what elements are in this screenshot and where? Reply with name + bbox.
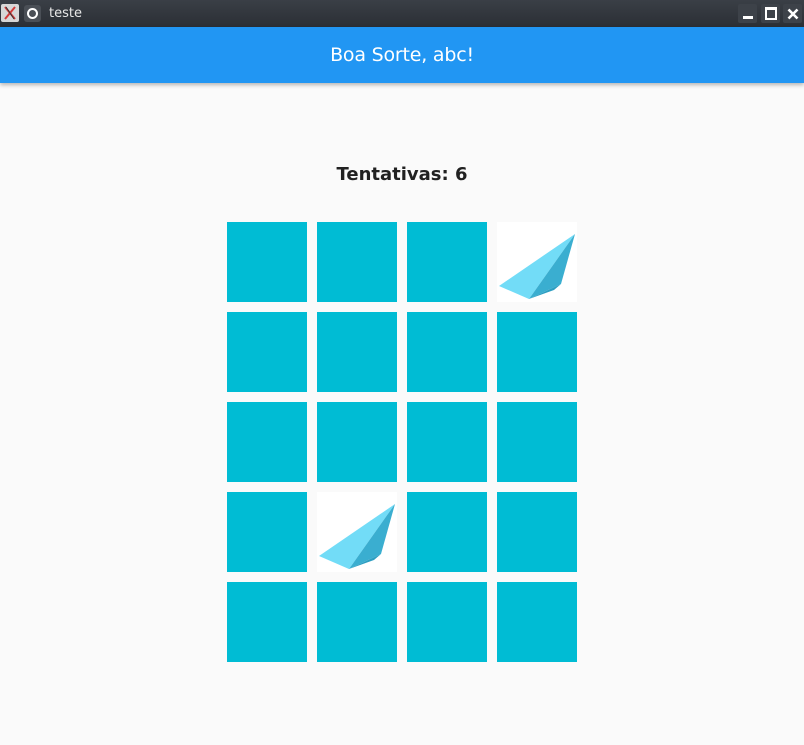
memory-card[interactable]: [227, 582, 307, 662]
memory-card[interactable]: [497, 492, 577, 572]
maximize-button[interactable]: [761, 4, 780, 23]
app-bar: Boa Sorte, abc!: [0, 27, 804, 83]
memory-card[interactable]: [497, 582, 577, 662]
memory-card[interactable]: [407, 582, 487, 662]
memory-card[interactable]: [227, 222, 307, 302]
paper-plane-icon: [319, 504, 395, 569]
memory-card-revealed[interactable]: [317, 492, 397, 572]
attempts-counter: Tentativas: 6: [336, 164, 468, 185]
app-bar-title: Boa Sorte, abc!: [330, 44, 474, 66]
card-grid: [227, 222, 577, 662]
memory-card[interactable]: [497, 402, 577, 482]
memory-card[interactable]: [497, 312, 577, 392]
pin-icon[interactable]: [24, 5, 41, 22]
minimize-icon: [742, 16, 753, 19]
paper-plane-icon: [499, 234, 575, 299]
memory-card[interactable]: [407, 312, 487, 392]
maximize-icon: [764, 7, 777, 20]
window-title: teste: [49, 6, 82, 21]
memory-card[interactable]: [227, 402, 307, 482]
close-button[interactable]: [783, 4, 802, 23]
close-icon: [787, 8, 798, 19]
memory-card[interactable]: [317, 222, 397, 302]
memory-card[interactable]: [407, 402, 487, 482]
memory-card[interactable]: [317, 312, 397, 392]
minimize-button[interactable]: [738, 4, 757, 23]
window-titlebar: teste: [0, 0, 804, 27]
memory-card[interactable]: [317, 402, 397, 482]
memory-card[interactable]: [227, 312, 307, 392]
memory-card[interactable]: [317, 582, 397, 662]
x-app-icon[interactable]: [1, 4, 19, 22]
memory-card[interactable]: [407, 492, 487, 572]
memory-card[interactable]: [227, 492, 307, 572]
memory-card-revealed[interactable]: [497, 222, 577, 302]
memory-card[interactable]: [407, 222, 487, 302]
